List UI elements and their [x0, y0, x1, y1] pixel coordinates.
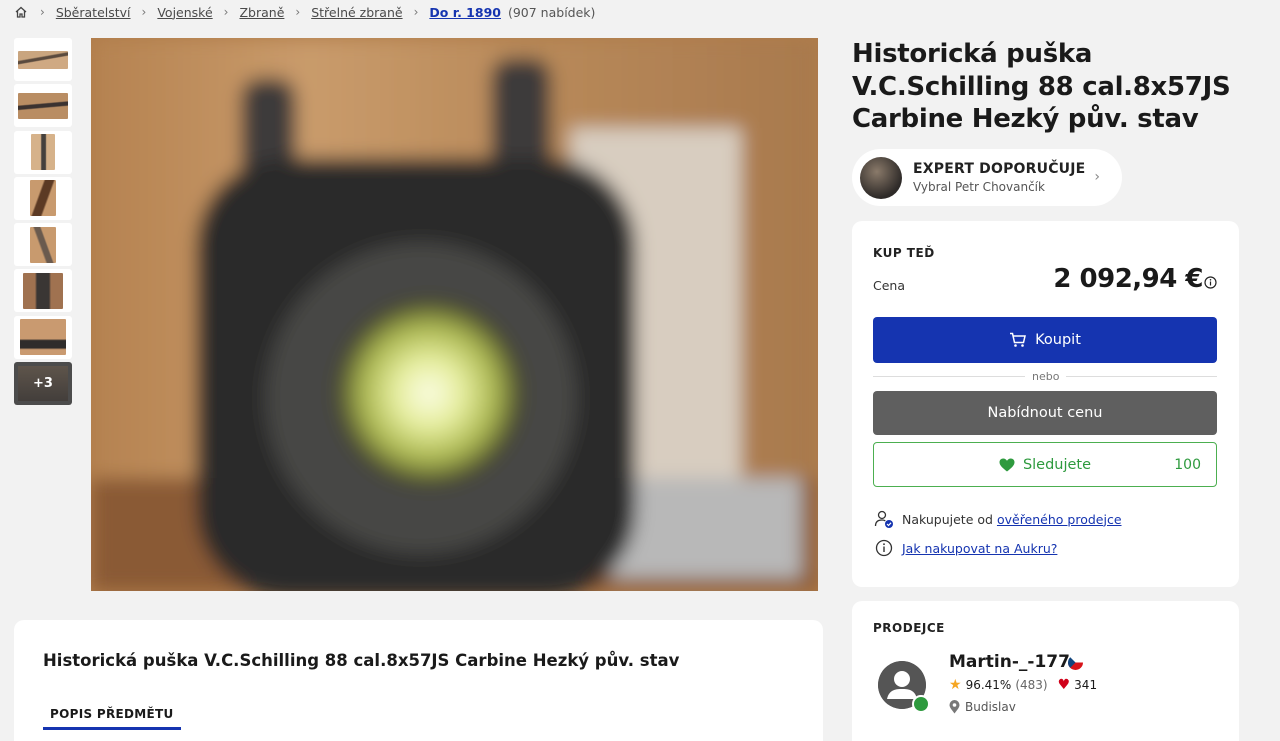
thumbnail-7[interactable]: [14, 315, 72, 359]
chevron-right-icon: ›: [413, 5, 419, 19]
product-title: Historická puška V.C.Schilling 88 cal.8x…: [852, 39, 1231, 134]
heart-icon: ♥: [1057, 677, 1071, 693]
thumbnail-strip: +3: [14, 38, 72, 408]
howto-buy-link[interactable]: Jak nakupovat na Aukru?: [902, 541, 1057, 556]
breadcrumb-link-vojenske[interactable]: Vojenské: [157, 5, 212, 20]
make-offer-button[interactable]: Nabídnout cenu: [873, 391, 1217, 435]
or-text: nebo: [1025, 370, 1067, 383]
thumbnail-4[interactable]: [14, 176, 72, 220]
info-icon[interactable]: [1204, 274, 1217, 289]
breadcrumb-link-current[interactable]: Do r. 1890: [429, 5, 501, 20]
verified-seller-row: Nakupujete od ověřeného prodejce: [874, 509, 1122, 529]
watch-label: Sledujete: [1022, 456, 1092, 473]
expert-heading: EXPERT DOPORUČUJE: [913, 161, 1086, 177]
watch-count: 100: [1174, 456, 1201, 473]
chevron-right-icon: ›: [223, 5, 229, 19]
thumbnail-more[interactable]: +3: [14, 362, 72, 406]
thumbnail-1[interactable]: [14, 38, 72, 81]
breadcrumb: › Sběratelství › Vojenské › Zbraně › Stř…: [14, 4, 595, 20]
price-label: Cena: [873, 278, 906, 293]
seller-rating-row: ★ 96.41% (483) ♥ 341: [949, 677, 1097, 693]
location-pin-icon: [949, 700, 960, 714]
thumbnail-5[interactable]: [14, 223, 72, 267]
tab-item-description[interactable]: POPIS PŘEDMĚTU: [43, 707, 181, 730]
breadcrumb-link-sberatelstvi[interactable]: Sběratelství: [56, 5, 131, 20]
expert-recommendation[interactable]: EXPERT DOPORUČUJE Vybral Petr Chovančík …: [852, 149, 1122, 206]
description-title: Historická puška V.C.Schilling 88 cal.8x…: [43, 651, 680, 670]
home-icon[interactable]: [14, 5, 28, 19]
buy-box: KUP TEĎ Cena 2 092,94 € Koupit nebo Nabí…: [852, 221, 1239, 587]
seller-location-row: Budislav: [949, 700, 1016, 714]
seller-label: PRODEJCE: [873, 621, 945, 635]
seller-location: Budislav: [965, 700, 1016, 714]
chevron-right-icon: ›: [295, 5, 301, 19]
thumbnail-6[interactable]: [14, 269, 72, 313]
howto-row: Jak nakupovat na Aukru?: [874, 538, 1057, 558]
thumbnail-3[interactable]: [14, 130, 72, 174]
seller-likes: 341: [1074, 678, 1098, 692]
thumbnail-2[interactable]: [14, 84, 72, 128]
chevron-right-icon: ›: [1094, 169, 1100, 185]
seller-box: PRODEJCE Martin-_-177 ★ 96.41% (483) ♥ 3…: [852, 601, 1239, 741]
description-box: Historická puška V.C.Schilling 88 cal.8x…: [14, 620, 823, 741]
star-icon: ★: [949, 677, 962, 693]
buy-button[interactable]: Koupit: [873, 317, 1217, 363]
expert-subtitle: Vybral Petr Chovančík: [913, 180, 1045, 194]
verified-prefix: Nakupujete od: [902, 511, 993, 527]
seller-name[interactable]: Martin-_-177: [949, 652, 1070, 672]
breadcrumb-link-zbrane[interactable]: Zbraně: [239, 5, 284, 20]
buy-now-label: KUP TEĎ: [873, 246, 935, 260]
buy-button-label: Koupit: [1035, 332, 1081, 348]
chevron-right-icon: ›: [141, 5, 147, 19]
breadcrumb-offer-count: (907 nabídek): [507, 4, 596, 20]
seller-rating-count: (483): [1015, 678, 1048, 692]
verified-user-icon: [874, 509, 894, 529]
price-value: 2 092,94 €: [1053, 264, 1203, 294]
seller-rating: 96.41%: [965, 678, 1012, 692]
breadcrumb-link-strelne-zbrane[interactable]: Střelné zbraně: [311, 5, 402, 20]
thumbnail-more-label: +3: [33, 376, 53, 392]
czech-flag-icon: [1068, 655, 1083, 670]
main-product-image[interactable]: [91, 38, 818, 591]
verified-badge-icon: [912, 695, 930, 713]
heart-icon: [999, 458, 1015, 471]
chevron-right-icon: ›: [40, 5, 45, 19]
verified-seller-link[interactable]: ověřeného prodejce: [997, 512, 1122, 527]
info-icon: [874, 538, 894, 558]
cart-icon: [1010, 332, 1027, 347]
watch-button[interactable]: Sledujete 100: [873, 442, 1217, 487]
expert-avatar: [860, 156, 902, 199]
